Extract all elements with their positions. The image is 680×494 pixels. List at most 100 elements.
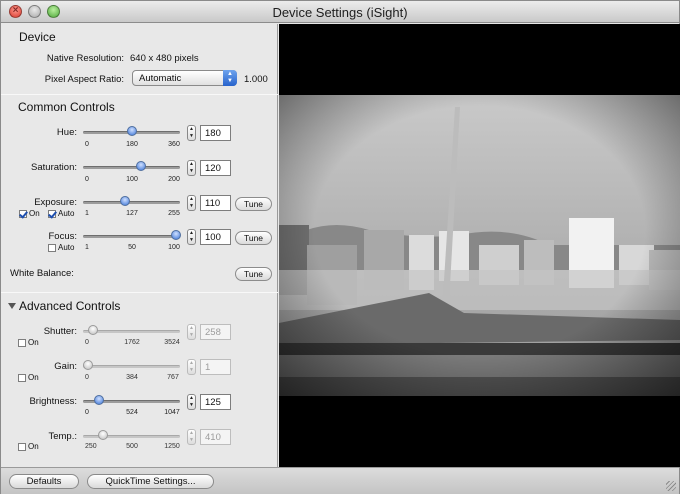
divider: [1, 292, 278, 293]
white-balance-label: White Balance:: [10, 268, 74, 279]
temp-tick-max: 1250: [164, 443, 180, 450]
exposure-slider[interactable]: [83, 201, 180, 204]
gain-tick-max: 767: [167, 374, 179, 381]
camera-preview-image: [279, 95, 680, 396]
focus-auto-label: Auto: [58, 243, 75, 252]
gain-on-checkbox[interactable]: On: [18, 373, 39, 382]
pixel-aspect-number: 1.000: [244, 74, 268, 85]
window-title: Device Settings (iSight): [272, 5, 408, 20]
temp-slider-knob[interactable]: [97, 430, 108, 440]
shutter-tick-max: 3524: [164, 339, 180, 346]
shutter-stepper[interactable]: ▲ ▼: [187, 324, 196, 340]
gain-on-label: On: [28, 373, 39, 382]
saturation-value-field[interactable]: 120: [200, 160, 231, 176]
disclosure-triangle-icon[interactable]: [8, 303, 16, 309]
focus-slider[interactable]: [83, 235, 180, 238]
focus-label: Focus:: [48, 231, 77, 242]
saturation-stepper[interactable]: ▲ ▼: [187, 160, 196, 176]
focus-value-field[interactable]: 100: [200, 229, 231, 245]
focus-auto-checkbox[interactable]: Auto: [48, 243, 74, 252]
exposure-label: Exposure:: [34, 197, 77, 208]
advanced-controls-title: Advanced Controls: [19, 299, 121, 313]
gain-tick-mid: 384: [126, 374, 138, 381]
checkbox-unchecked: [18, 373, 26, 382]
shutter-on-checkbox[interactable]: On: [18, 338, 39, 347]
focus-tick-min: 1: [85, 244, 89, 251]
exposure-on-label: On: [29, 209, 40, 218]
hue-stepper[interactable]: ▲ ▼: [187, 125, 196, 141]
exposure-slider-knob[interactable]: [119, 196, 130, 206]
temp-on-label: On: [28, 442, 39, 451]
focus-tick-mid: 50: [128, 244, 136, 251]
checkbox-unchecked: [48, 243, 56, 252]
temp-stepper[interactable]: ▲ ▼: [187, 429, 196, 445]
shutter-value-field[interactable]: 258: [200, 324, 231, 340]
pixel-aspect-popup[interactable]: Automatic ▲ ▼: [132, 70, 237, 86]
temp-on-checkbox[interactable]: On: [18, 442, 39, 451]
native-resolution-label: Native Resolution:: [46, 53, 124, 64]
pixel-aspect-label: Pixel Aspect Ratio:: [44, 74, 124, 85]
saturation-tick-min: 0: [85, 176, 89, 183]
pixel-aspect-selected: Automatic: [139, 73, 182, 84]
focus-stepper[interactable]: ▲ ▼: [187, 229, 196, 245]
hue-value-field[interactable]: 180: [200, 125, 231, 141]
divider: [1, 94, 278, 95]
hue-tick-mid: 180: [126, 141, 138, 148]
temp-tick-mid: 500: [126, 443, 138, 450]
checkbox-checked: [19, 209, 27, 218]
focus-slider-knob[interactable]: [171, 230, 181, 240]
brightness-tick-min: 0: [85, 409, 89, 416]
defaults-button[interactable]: Defaults: [9, 474, 79, 489]
brightness-tick-mid: 524: [126, 409, 138, 416]
shutter-tick-mid: 1762: [124, 339, 140, 346]
hue-tick-min: 0: [85, 141, 89, 148]
hue-tick-max: 360: [168, 141, 180, 148]
saturation-slider-knob[interactable]: [136, 161, 147, 171]
shutter-on-label: On: [28, 338, 39, 347]
saturation-tick-mid: 100: [126, 176, 138, 183]
brightness-value-field[interactable]: 125: [200, 394, 231, 410]
exposure-tick-max: 255: [168, 210, 180, 217]
temp-value-field[interactable]: 410: [200, 429, 231, 445]
camera-preview: [279, 24, 680, 467]
exposure-on-checkbox[interactable]: On: [19, 209, 40, 218]
brightness-label: Brightness:: [29, 396, 77, 407]
brightness-slider-knob[interactable]: [93, 395, 104, 405]
gain-stepper[interactable]: ▲ ▼: [187, 359, 196, 375]
settings-panel: Device Native Resolution: 640 x 480 pixe…: [1, 24, 278, 467]
resize-grip-icon[interactable]: [666, 481, 676, 491]
exposure-auto-label: Auto: [58, 209, 75, 218]
bottom-bar: Defaults QuickTime Settings...: [1, 467, 679, 494]
brightness-tick-max: 1047: [164, 409, 180, 416]
exposure-stepper[interactable]: ▲ ▼: [187, 195, 196, 211]
gain-value-field[interactable]: 1: [200, 359, 231, 375]
hue-slider-knob[interactable]: [126, 126, 137, 136]
checkbox-checked: [48, 209, 56, 218]
gain-tick-min: 0: [85, 374, 89, 381]
brightness-stepper[interactable]: ▲ ▼: [187, 394, 196, 410]
gain-slider-knob[interactable]: [83, 360, 93, 370]
saturation-label: Saturation:: [31, 162, 77, 173]
quicktime-settings-button[interactable]: QuickTime Settings...: [87, 474, 214, 489]
exposure-tick-mid: 127: [126, 210, 138, 217]
exposure-tick-min: 1: [85, 210, 89, 217]
native-resolution-value: 640 x 480 pixels: [130, 53, 199, 64]
white-balance-tune-button[interactable]: Tune: [235, 267, 272, 281]
common-controls-title: Common Controls: [18, 100, 115, 114]
gain-label: Gain:: [54, 361, 77, 372]
shutter-tick-min: 0: [85, 339, 89, 346]
device-settings-window: × Device Settings (iSight) Device Native…: [0, 0, 680, 494]
hue-label: Hue:: [56, 127, 77, 138]
title-bar[interactable]: × Device Settings (iSight): [1, 1, 679, 23]
exposure-tune-button[interactable]: Tune: [235, 197, 272, 211]
exposure-value-field[interactable]: 110: [200, 195, 231, 211]
temp-label: Temp.:: [48, 431, 77, 442]
exposure-auto-checkbox[interactable]: Auto: [48, 209, 74, 218]
shutter-slider-knob[interactable]: [87, 325, 98, 335]
saturation-tick-max: 200: [168, 176, 180, 183]
checkbox-unchecked: [18, 338, 26, 347]
gain-slider[interactable]: [83, 365, 180, 368]
checkbox-unchecked: [18, 442, 26, 451]
focus-tune-button[interactable]: Tune: [235, 231, 272, 245]
saturation-slider[interactable]: [83, 166, 180, 169]
